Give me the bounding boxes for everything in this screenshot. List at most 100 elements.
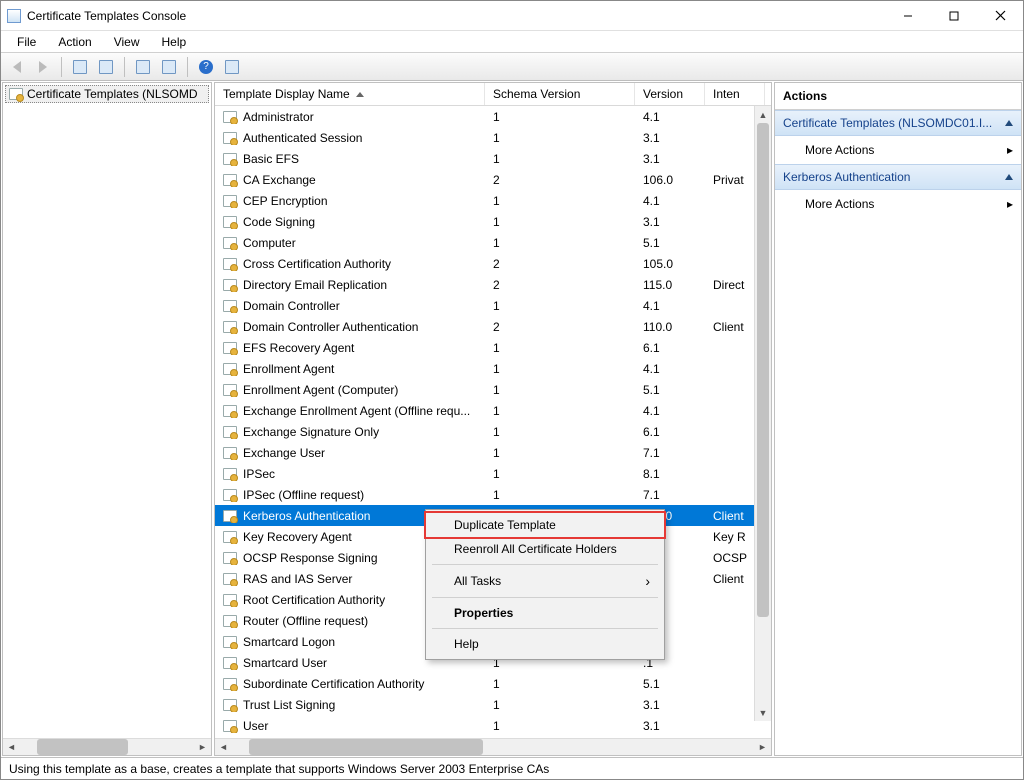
- column-header-schema[interactable]: Schema Version: [485, 83, 635, 105]
- actions-section-selection[interactable]: Kerberos Authentication: [775, 164, 1021, 190]
- results-hscroll[interactable]: ◄ ►: [215, 738, 771, 755]
- template-version: 7.1: [635, 488, 705, 502]
- cert-template-icon: [223, 552, 237, 564]
- maximize-button[interactable]: [931, 1, 977, 30]
- column-header-version[interactable]: Version: [635, 83, 705, 105]
- table-row[interactable]: Directory Email Replication2115.0Direct: [215, 274, 771, 295]
- template-schema: 1: [485, 404, 635, 418]
- table-row[interactable]: Basic EFS13.1: [215, 148, 771, 169]
- cert-template-icon: [223, 489, 237, 501]
- table-row[interactable]: Enrollment Agent (Computer)15.1: [215, 379, 771, 400]
- template-name: Kerberos Authentication: [243, 509, 370, 523]
- table-row[interactable]: EFS Recovery Agent16.1: [215, 337, 771, 358]
- menu-help[interactable]: Help: [152, 33, 197, 51]
- template-schema: 1: [485, 152, 635, 166]
- actions-more-selection[interactable]: More Actions ▸: [775, 190, 1021, 218]
- scroll-up-icon[interactable]: ▲: [755, 106, 771, 123]
- context-menu-item[interactable]: Help: [426, 632, 664, 656]
- actions-section-tree[interactable]: Certificate Templates (NLSOMDC01.I...: [775, 110, 1021, 136]
- context-menu-item[interactable]: Properties: [426, 601, 664, 625]
- template-name: Basic EFS: [243, 152, 299, 166]
- chevron-right-icon: ›: [645, 573, 650, 589]
- template-name: Router (Offline request): [243, 614, 368, 628]
- cert-template-icon: [223, 216, 237, 228]
- table-row[interactable]: Domain Controller Authentication2110.0Cl…: [215, 316, 771, 337]
- help-icon: ?: [199, 60, 213, 74]
- template-schema: 1: [485, 194, 635, 208]
- toolbar-refresh-toolbar[interactable]: [220, 56, 244, 78]
- context-menu-item[interactable]: All Tasks ›: [426, 568, 664, 594]
- scope-hscroll[interactable]: ◄ ►: [3, 738, 211, 755]
- table-row[interactable]: User13.1: [215, 715, 771, 736]
- toolbar: ?: [1, 53, 1023, 81]
- context-menu-label: All Tasks: [454, 574, 501, 588]
- template-version: 4.1: [635, 362, 705, 376]
- cert-template-icon: [223, 363, 237, 375]
- template-name: OCSP Response Signing: [243, 551, 378, 565]
- table-row[interactable]: IPSec (Offline request)17.1: [215, 484, 771, 505]
- table-row[interactable]: CA Exchange2106.0Privat: [215, 169, 771, 190]
- table-row[interactable]: Code Signing13.1: [215, 211, 771, 232]
- tree-node-cert-templates[interactable]: Certificate Templates (NLSOMD: [5, 85, 209, 103]
- template-version: 115.0: [635, 278, 705, 292]
- template-name: Directory Email Replication: [243, 278, 387, 292]
- table-row[interactable]: Computer15.1: [215, 232, 771, 253]
- tree-node-label: Certificate Templates (NLSOMD: [27, 87, 198, 101]
- template-name: Code Signing: [243, 215, 315, 229]
- table-row[interactable]: IPSec18.1: [215, 463, 771, 484]
- table-row[interactable]: Subordinate Certification Authority15.1: [215, 673, 771, 694]
- actions-pane: Actions Certificate Templates (NLSOMDC01…: [774, 82, 1022, 756]
- export-icon: [162, 60, 176, 74]
- table-row[interactable]: Cross Certification Authority2105.0: [215, 253, 771, 274]
- toolbar-show-hide-tree[interactable]: [94, 56, 118, 78]
- table-row[interactable]: Domain Controller14.1: [215, 295, 771, 316]
- template-name: Enrollment Agent: [243, 362, 334, 376]
- table-row[interactable]: Exchange Signature Only16.1: [215, 421, 771, 442]
- cert-template-icon: [223, 300, 237, 312]
- toolbar-export[interactable]: [157, 56, 181, 78]
- context-menu-item[interactable]: Duplicate Template: [424, 511, 666, 539]
- cert-template-icon: [223, 615, 237, 627]
- menu-file[interactable]: File: [7, 33, 46, 51]
- results-vscroll[interactable]: ▲ ▼: [754, 106, 771, 721]
- template-name: CA Exchange: [243, 173, 316, 187]
- mmc-window: Certificate Templates Console FileAction…: [0, 0, 1024, 780]
- toolbar-help[interactable]: ?: [194, 56, 218, 78]
- table-row[interactable]: Trust List Signing13.1: [215, 694, 771, 715]
- cert-template-icon: [223, 153, 237, 165]
- template-name: Subordinate Certification Authority: [243, 677, 424, 691]
- table-row[interactable]: Authenticated Session13.1: [215, 127, 771, 148]
- actions-more-tree[interactable]: More Actions ▸: [775, 136, 1021, 164]
- cert-template-icon: [223, 195, 237, 207]
- cert-template-icon: [223, 384, 237, 396]
- cert-template-icon: [223, 531, 237, 543]
- cert-template-icon: [223, 237, 237, 249]
- menu-view[interactable]: View: [104, 33, 150, 51]
- chevron-right-icon: ▸: [1007, 197, 1013, 211]
- close-button[interactable]: [977, 1, 1023, 30]
- table-row[interactable]: CEP Encryption14.1: [215, 190, 771, 211]
- cert-templates-icon: [9, 88, 23, 100]
- menu-action[interactable]: Action: [48, 33, 101, 51]
- table-row[interactable]: Administrator14.1: [215, 106, 771, 127]
- template-name: Root Certification Authority: [243, 593, 385, 607]
- table-row[interactable]: Exchange Enrollment Agent (Offline requ.…: [215, 400, 771, 421]
- sort-asc-icon: [356, 92, 364, 97]
- table-row[interactable]: Exchange User17.1: [215, 442, 771, 463]
- template-name: CEP Encryption: [243, 194, 328, 208]
- template-name: Smartcard Logon: [243, 635, 335, 649]
- toolbar-up-level[interactable]: [68, 56, 92, 78]
- column-header-intended[interactable]: Inten: [705, 83, 765, 105]
- table-row[interactable]: Enrollment Agent14.1: [215, 358, 771, 379]
- template-schema: 2: [485, 173, 635, 187]
- toolbar-properties[interactable]: [131, 56, 155, 78]
- scroll-down-icon[interactable]: ▼: [755, 704, 771, 721]
- toolbar-back[interactable]: [5, 56, 29, 78]
- minimize-button[interactable]: [885, 1, 931, 30]
- template-version: 5.1: [635, 677, 705, 691]
- column-header-name[interactable]: Template Display Name: [215, 83, 485, 105]
- context-menu-item[interactable]: Reenroll All Certificate Holders: [426, 537, 664, 561]
- template-version: 3.1: [635, 719, 705, 733]
- collapse-icon: [1005, 174, 1013, 180]
- toolbar-forward[interactable]: [31, 56, 55, 78]
